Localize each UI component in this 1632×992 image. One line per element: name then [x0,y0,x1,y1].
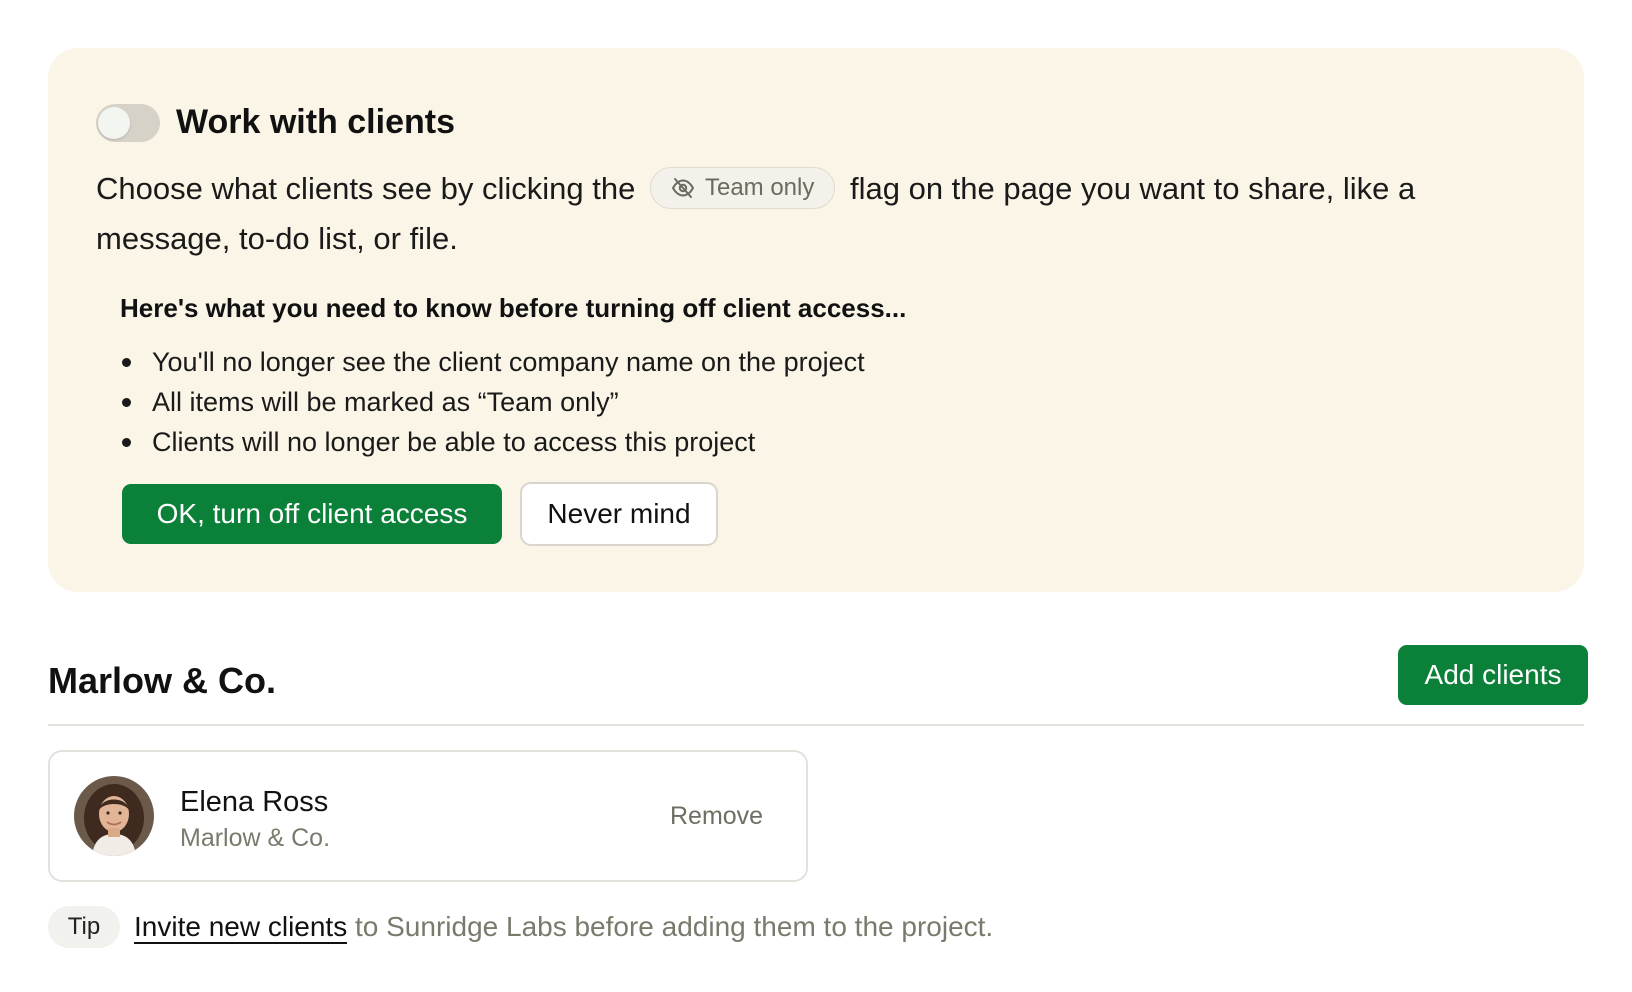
client-access-panel: Work with clients Choose what clients se… [48,48,1584,592]
client-company-title: Marlow & Co. [48,660,277,701]
client-access-page: Work with clients Choose what clients se… [0,0,1632,992]
client-name: Elena Ross [180,786,329,818]
add-clients-button[interactable]: Add clients [1398,645,1588,705]
tip-text: Invite new clients to Sunridge Labs befo… [134,906,993,948]
turn-off-client-access-button[interactable]: OK, turn off client access [122,484,502,544]
never-mind-button[interactable]: Never mind [520,482,718,546]
team-only-flag: Team only [649,166,836,209]
team-only-flag-label: Team only [704,173,815,201]
warning-item: All items will be marked as “Team only” [120,382,865,422]
avatar [74,776,154,856]
client-card: Elena Ross Marlow & Co. Remove [48,750,808,882]
invite-new-clients-link[interactable]: Invite new clients [134,911,348,944]
toggle-knob [98,107,130,139]
panel-title: Work with clients [176,103,455,141]
warning-title: Here's what you need to know before turn… [120,293,907,323]
warning-item: You'll no longer see the client company … [120,342,865,382]
section-divider [48,724,1584,726]
remove-client-button[interactable]: Remove [670,800,763,832]
panel-description: Choose what clients see by clicking the … [96,164,1546,264]
work-with-clients-toggle[interactable] [96,104,160,142]
warning-item: Clients will no longer be able to access… [120,422,865,462]
warning-list: You'll no longer see the client company … [120,342,865,462]
client-company: Marlow & Co. [180,824,331,852]
tip-rest-text: to Sunridge Labs before adding them to t… [355,911,994,942]
tip-badge: Tip [48,906,120,948]
eye-slash-icon [671,177,695,199]
description-before: Choose what clients see by clicking the [96,171,636,206]
